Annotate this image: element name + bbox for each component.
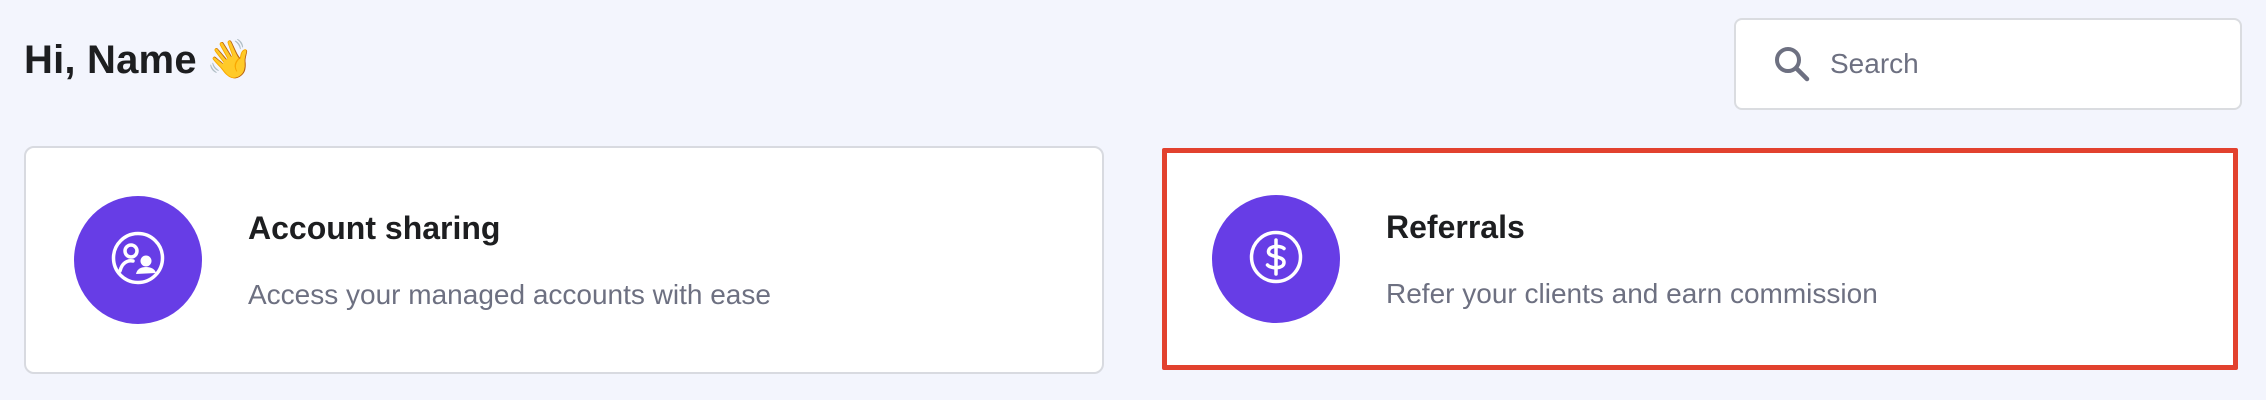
referrals-icon-badge [1212, 195, 1340, 323]
page-greeting: Hi, Name 👋 [24, 30, 254, 90]
card-description: Refer your clients and earn commission [1386, 277, 1878, 309]
search-input[interactable] [1830, 48, 2190, 80]
account-sharing-icon-badge [74, 196, 202, 324]
search-icon [1772, 44, 1812, 84]
card-title: Referrals [1386, 208, 1525, 245]
account-sharing-text: Account sharing Access your managed acco… [248, 210, 771, 311]
card-description: Access your managed accounts with ease [248, 278, 771, 310]
account-sharing-icon [110, 230, 166, 291]
card-title: Account sharing [248, 209, 501, 246]
search-box[interactable] [1734, 18, 2242, 110]
waving-hand-icon: 👋 [206, 39, 254, 81]
referrals-card[interactable]: Referrals Refer your clients and earn co… [1162, 148, 2238, 370]
referrals-text: Referrals Refer your clients and earn co… [1386, 209, 1878, 310]
account-sharing-card[interactable]: Account sharing Access your managed acco… [24, 146, 1104, 374]
dollar-circle-icon [1248, 229, 1304, 290]
greeting-text: Hi, Name [24, 37, 197, 82]
